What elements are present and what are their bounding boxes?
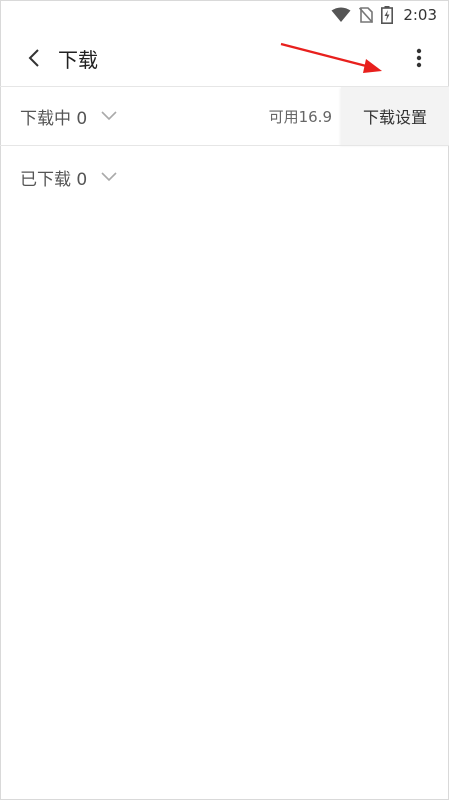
- row-divider: [0, 145, 449, 146]
- page-title: 下载: [58, 47, 98, 72]
- downloading-row: 下载中 0 可用16.9 下载设置: [0, 87, 449, 145]
- download-settings-button[interactable]: 下载设置: [341, 87, 449, 145]
- status-bar: 2:03: [0, 0, 449, 30]
- available-storage: 可用16.9: [268, 107, 332, 126]
- annotation-red-arrow: [280, 42, 382, 73]
- more-options-button[interactable]: [407, 42, 431, 74]
- downloading-expand-button[interactable]: [101, 111, 117, 121]
- downloaded-row: 已下载 0: [0, 148, 449, 206]
- wifi-icon: [331, 7, 351, 22]
- downloading-label: 下载中 0: [20, 108, 88, 129]
- no-sim-icon: [359, 7, 374, 23]
- battery-charging-icon: [381, 6, 394, 24]
- downloaded-expand-button[interactable]: [101, 172, 117, 182]
- downloaded-label: 已下载 0: [20, 169, 88, 190]
- back-chevron-icon: [28, 49, 39, 67]
- more-vertical-icon: [416, 48, 422, 68]
- chevron-down-icon: [101, 172, 117, 182]
- back-button[interactable]: [12, 36, 56, 80]
- chevron-down-icon: [101, 111, 117, 121]
- status-time: 2:03: [403, 6, 437, 24]
